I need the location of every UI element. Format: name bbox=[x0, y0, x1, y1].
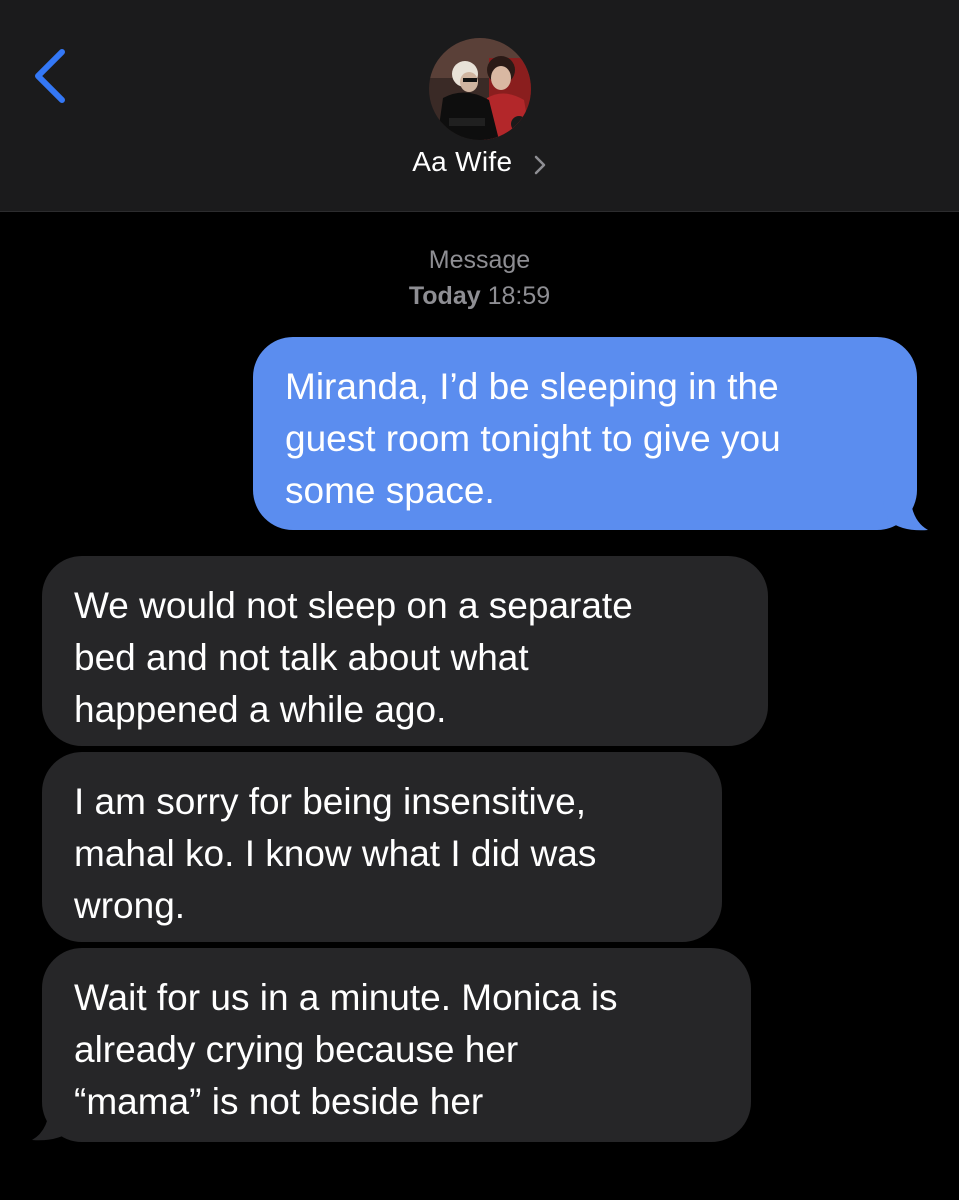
service-label: Message bbox=[428, 246, 531, 274]
sent-bubble-tail bbox=[880, 490, 928, 531]
thread-timestamp: Message Today 18:59 bbox=[0, 242, 959, 314]
message-line: Wait for us in a minute. Monica is bbox=[74, 977, 618, 1018]
timestamp-time: 18:59 bbox=[487, 282, 551, 310]
message-line: guest room tonight to give you bbox=[285, 418, 781, 459]
message-line: wrong. bbox=[74, 885, 186, 926]
received-bubble-tail bbox=[32, 1100, 80, 1141]
message-line: bed and not talk about what bbox=[74, 637, 529, 678]
message-line: happened a while ago. bbox=[74, 689, 447, 730]
contact-photo bbox=[429, 38, 531, 140]
conversation-header: Aa Wife bbox=[0, 0, 959, 212]
message-line: some space. bbox=[285, 470, 495, 511]
message-line: We would not sleep on a separate bbox=[74, 585, 633, 626]
chevron-right-icon bbox=[534, 155, 546, 175]
chevron-left-icon bbox=[35, 49, 65, 103]
contact-details-button[interactable]: Aa Wife bbox=[0, 146, 959, 178]
contact-avatar[interactable] bbox=[429, 38, 531, 140]
back-button[interactable] bbox=[26, 42, 76, 108]
sent-message-bubble[interactable]: Miranda, I’d be sleeping in the guest ro… bbox=[253, 337, 917, 530]
received-message-bubble[interactable]: We would not sleep on a separate bed and… bbox=[42, 556, 768, 746]
message-line: “mama” is not beside her bbox=[74, 1081, 484, 1122]
timestamp-day: Today bbox=[408, 282, 481, 310]
received-message-bubble[interactable]: I am sorry for being insensitive, mahal … bbox=[42, 752, 722, 942]
message-line: mahal ko. I know what I did was bbox=[74, 833, 597, 874]
message-line: Miranda, I’d be sleeping in the bbox=[285, 366, 779, 407]
timestamp-line: Today 18:59 bbox=[0, 278, 959, 314]
message-line: already crying because her bbox=[74, 1029, 519, 1070]
contact-name: Aa Wife bbox=[412, 146, 513, 177]
received-message-bubble[interactable]: Wait for us in a minute. Monica is alrea… bbox=[42, 948, 751, 1142]
message-line: I am sorry for being insensitive, bbox=[74, 781, 587, 822]
